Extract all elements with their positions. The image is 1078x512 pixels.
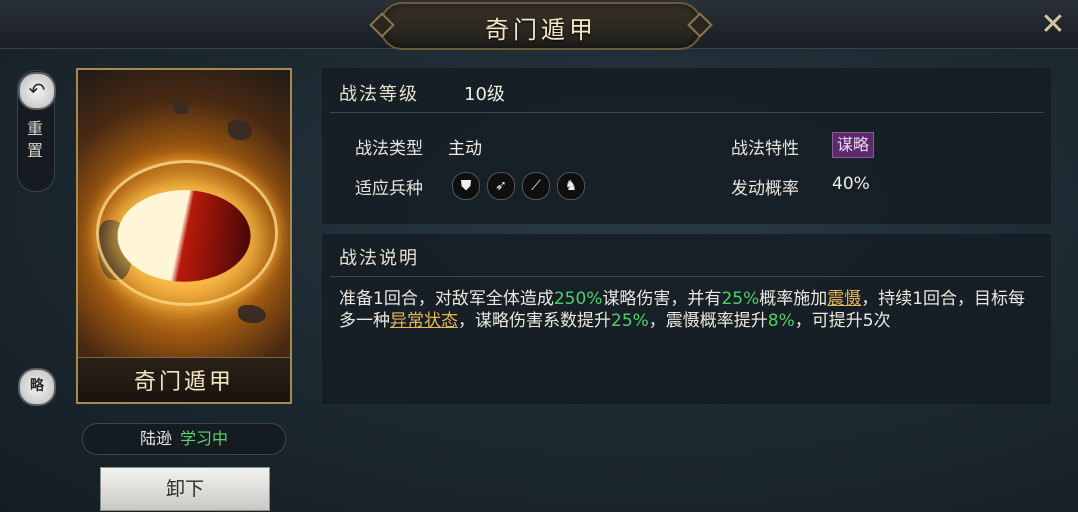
desc-value: 8%: [767, 311, 795, 331]
skill-description-panel: 战法说明 准备1回合，对敌军全体造成250%谋略伤害，并有25%概率施加震慑，持…: [322, 234, 1051, 404]
desc-segment: ，震慑概率提升: [648, 311, 768, 331]
trait-badge: 谋略: [832, 132, 875, 158]
reset-label[interactable]: 重置: [24, 118, 46, 162]
card-name-band: 奇门遁甲: [78, 357, 290, 402]
description-title: 战法说明: [339, 248, 419, 269]
desc-value: 250%: [553, 289, 603, 309]
troop-label: 适应兵种: [355, 179, 423, 199]
learner-badge: 陆逊 学习中: [82, 423, 286, 455]
card-rock: [238, 305, 266, 323]
status-link-shock[interactable]: 震慑: [827, 289, 861, 309]
learner-status: 学习中: [180, 429, 229, 448]
level-value: 10级: [464, 84, 505, 105]
desc-segment: ，谋略伤害系数提升: [458, 311, 611, 331]
card-rock: [228, 120, 252, 140]
title-plate: 奇门遁甲: [380, 2, 702, 50]
desc-segment: 谋略伤害，并有: [602, 289, 722, 309]
unequip-button[interactable]: 卸下: [100, 467, 270, 511]
description-text: 准备1回合，对敌军全体造成250%谋略伤害，并有25%概率施加震慑，持续1回合，…: [339, 288, 1039, 332]
bow-icon: ➶: [487, 172, 515, 200]
horse-icon: ♞: [557, 172, 585, 200]
learner-name: 陆逊: [139, 429, 172, 448]
chance-value: 40%: [832, 174, 870, 194]
trait-label: 战法特性: [731, 139, 799, 159]
card-rock: [173, 100, 189, 114]
page-title: 奇门遁甲: [485, 16, 597, 44]
type-value: 主动: [448, 139, 482, 159]
type-label: 战法类型: [355, 139, 423, 159]
card-name: 奇门遁甲: [133, 370, 234, 395]
desc-value: 25%: [611, 311, 649, 331]
chance-label: 发动概率: [731, 179, 799, 199]
shield-icon: ⛊: [452, 172, 480, 200]
divider: [330, 112, 1043, 113]
level-label: 战法等级: [339, 84, 419, 105]
strategy-button[interactable]: 略: [18, 368, 56, 406]
close-icon: ✕: [1040, 7, 1066, 42]
strategy-label: 略: [30, 378, 44, 394]
skill-info-panel: 战法等级 10级 战法类型 主动 适应兵种 ⛊ ➶ ⟋ ♞ 战法特性 谋略 发动…: [322, 68, 1051, 224]
spear-icon: ⟋: [522, 172, 550, 200]
desc-segment: ，可提升5次: [794, 311, 891, 331]
desc-segment: 概率施加: [759, 289, 828, 309]
desc-segment: 准备1回合，对敌军全体造成: [339, 289, 554, 309]
status-link-abnormal[interactable]: 异常状态: [390, 311, 458, 331]
undo-icon: ↶: [28, 78, 46, 102]
reset-button[interactable]: ↶: [18, 72, 56, 110]
desc-value: 25%: [721, 289, 760, 309]
close-button[interactable]: ✕: [1036, 10, 1070, 40]
skill-card: 奇门遁甲: [76, 68, 292, 404]
top-bar: 奇门遁甲 ✕: [0, 0, 1078, 50]
divider: [330, 276, 1043, 277]
